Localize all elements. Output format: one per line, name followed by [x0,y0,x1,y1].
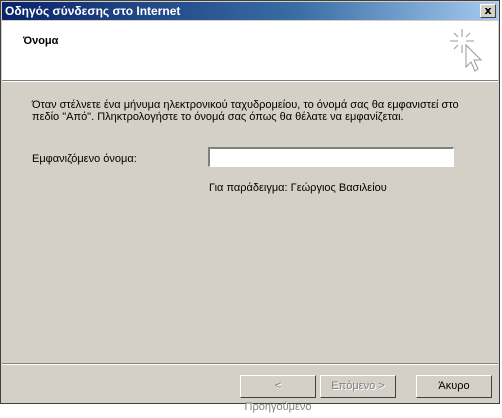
header-divider [2,80,498,82]
display-name-field[interactable] [208,147,454,167]
close-icon: x [484,4,492,17]
close-button[interactable]: x [480,4,496,18]
wizard-header: Όνομα [2,21,498,80]
wizard-cursor-icon [450,29,483,72]
next-button[interactable]: Επόμενο > [320,375,396,398]
display-name-label: Εμφανιζόμενο όνομα: [32,153,137,165]
cancel-button[interactable]: Άκυρο [416,375,492,398]
window-title: Οδηγός σύνδεσης στο Internet [5,4,181,18]
footer-divider [2,363,498,365]
instruction-text: Όταν στέλνετε ένα μήνυμα ηλεκτρονικού τα… [32,99,459,123]
example-text: Για παράδειγμα: Γεώργιος Βασιλείου [209,182,387,194]
wizard-window: Οδηγός σύνδεσης στο Internet x Όνομα Ότα… [0,0,500,413]
title-bar: Οδηγός σύνδεσης στο Internet x [2,2,498,20]
page-title: Όνομα [23,35,59,47]
back-button[interactable]: < Προηγούμενο [240,375,316,413]
